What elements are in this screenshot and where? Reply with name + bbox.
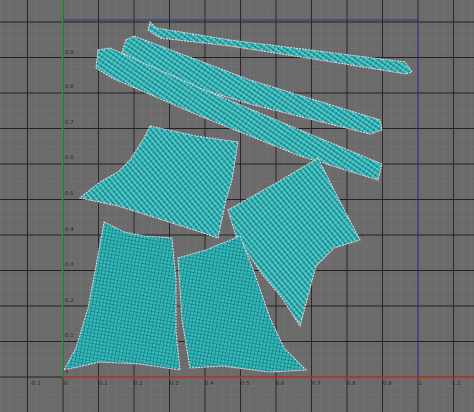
v-tick-label: 0.9 (65, 50, 74, 56)
u-tick-label: 0.7 (312, 381, 321, 387)
v-tick-label: 0.6 (65, 155, 74, 161)
v-tick-label: 0 (65, 369, 69, 375)
u-tick-label: 0.6 (276, 381, 285, 387)
v-tick-label: 0.2 (65, 298, 74, 304)
v-tick-label: 0.4 (65, 227, 74, 233)
u-tick-label: 0.3 (170, 381, 179, 387)
u-tick-label: 0.5 (241, 381, 250, 387)
u-tick-label: 0.8 (347, 381, 356, 387)
v-tick-label: 0.5 (65, 191, 74, 197)
u-tick-label: 0.1 (99, 381, 108, 387)
v-tick-label: 0.3 (65, 262, 74, 268)
u-tick-label: 1 (419, 381, 423, 387)
u-tick-label: 1.1 (452, 381, 461, 387)
u-tick-label: 0.4 (205, 381, 214, 387)
u-tick-label: 0 (64, 381, 68, 387)
u-tick-label: 0.9 (383, 381, 392, 387)
uv-editor-viewport[interactable]: -0.1 0 0.1 0.2 0.3 0.4 0.5 0.6 0.7 0.8 0… (0, 0, 474, 412)
v-tick-label: 0.1 (65, 333, 74, 339)
v-tick-label: 0.8 (65, 84, 74, 90)
u-tick-label: -0.1 (30, 381, 41, 387)
u-tick-label: 0.2 (134, 381, 143, 387)
v-tick-label: 0.7 (65, 120, 74, 126)
